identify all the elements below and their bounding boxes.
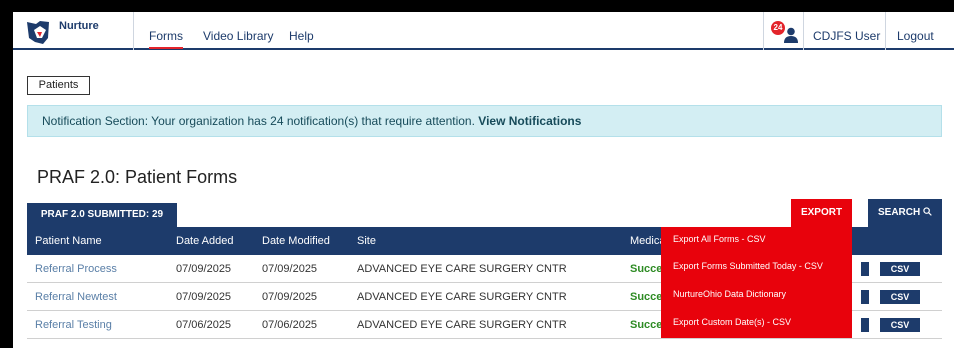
nav-help-link[interactable]: Help <box>289 29 314 43</box>
col-date-modified[interactable]: Date Modified <box>262 235 330 247</box>
nav-divider <box>133 12 134 50</box>
notification-alert: Notification Section: Your organization … <box>27 105 942 137</box>
medicaid-status: Succe <box>630 263 663 275</box>
menu-export-all-forms[interactable]: Export All Forms - CSV <box>673 234 766 244</box>
csv-button[interactable]: CSV <box>880 262 920 276</box>
logout-link[interactable]: Logout <box>897 29 934 43</box>
medicaid-status: Succe <box>630 319 663 331</box>
nav-divider <box>763 12 764 50</box>
menu-export-submitted-today[interactable]: Export Forms Submitted Today - CSV <box>673 261 823 271</box>
brand-name[interactable]: Nurture <box>59 20 99 32</box>
menu-export-custom-dates[interactable]: Export Custom Date(s) - CSV <box>673 317 791 327</box>
patient-name-link[interactable]: Referral Process <box>35 263 117 275</box>
top-nav: Nurture Forms Video Library Help 24 CDJF… <box>13 12 954 50</box>
ohio-logo-icon[interactable] <box>25 18 55 46</box>
export-button[interactable]: EXPORT <box>791 199 852 227</box>
nav-divider <box>885 12 886 50</box>
nav-video-library-link[interactable]: Video Library <box>203 29 274 43</box>
row-action-button[interactable] <box>861 262 869 276</box>
row-action-button[interactable] <box>861 318 869 332</box>
alert-text: Notification Section: Your organization … <box>42 114 475 128</box>
nav-forms-link[interactable]: Forms <box>149 29 183 49</box>
user-name-link[interactable]: CDJFS User <box>813 29 880 43</box>
col-patient-name[interactable]: Patient Name <box>35 235 102 247</box>
app-frame: Nurture Forms Video Library Help 24 CDJF… <box>13 12 954 348</box>
col-date-added[interactable]: Date Added <box>176 235 234 247</box>
patient-name-link[interactable]: Referral Newtest <box>35 291 117 303</box>
nav-divider <box>803 12 804 50</box>
date-modified: 07/06/2025 <box>262 319 318 331</box>
tab-praf-submitted[interactable]: PRAF 2.0 SUBMITTED: 29 <box>27 203 177 227</box>
date-modified: 07/09/2025 <box>262 263 318 275</box>
patient-name-link[interactable]: Referral Testing <box>35 319 112 331</box>
date-modified: 07/09/2025 <box>262 291 318 303</box>
site-name: ADVANCED EYE CARE SURGERY CNTR <box>357 319 567 331</box>
row-action-button[interactable] <box>861 290 869 304</box>
site-name: ADVANCED EYE CARE SURGERY CNTR <box>357 263 567 275</box>
page-title: PRAF 2.0: Patient Forms <box>37 167 238 187</box>
export-dropdown-menu: Export All Forms - CSV Export Forms Subm… <box>661 227 852 338</box>
csv-button[interactable]: CSV <box>880 318 920 332</box>
search-button[interactable]: SEARCH <box>868 199 942 227</box>
site-name: ADVANCED EYE CARE SURGERY CNTR <box>357 291 567 303</box>
patients-breadcrumb-button[interactable]: Patients <box>27 76 90 95</box>
search-label: SEARCH <box>877 207 921 218</box>
date-added: 07/09/2025 <box>176 263 232 275</box>
notification-badge[interactable]: 24 <box>771 21 785 35</box>
search-icon <box>923 207 932 216</box>
view-notifications-link[interactable]: View Notifications <box>478 114 581 128</box>
user-icon[interactable] <box>784 27 798 43</box>
medicaid-status: Succe <box>630 291 663 303</box>
csv-button[interactable]: CSV <box>880 290 920 304</box>
col-site[interactable]: Site <box>357 235 376 247</box>
date-added: 07/06/2025 <box>176 319 232 331</box>
date-added: 07/09/2025 <box>176 291 232 303</box>
menu-data-dictionary[interactable]: NurtureOhio Data Dictionary <box>673 289 786 299</box>
